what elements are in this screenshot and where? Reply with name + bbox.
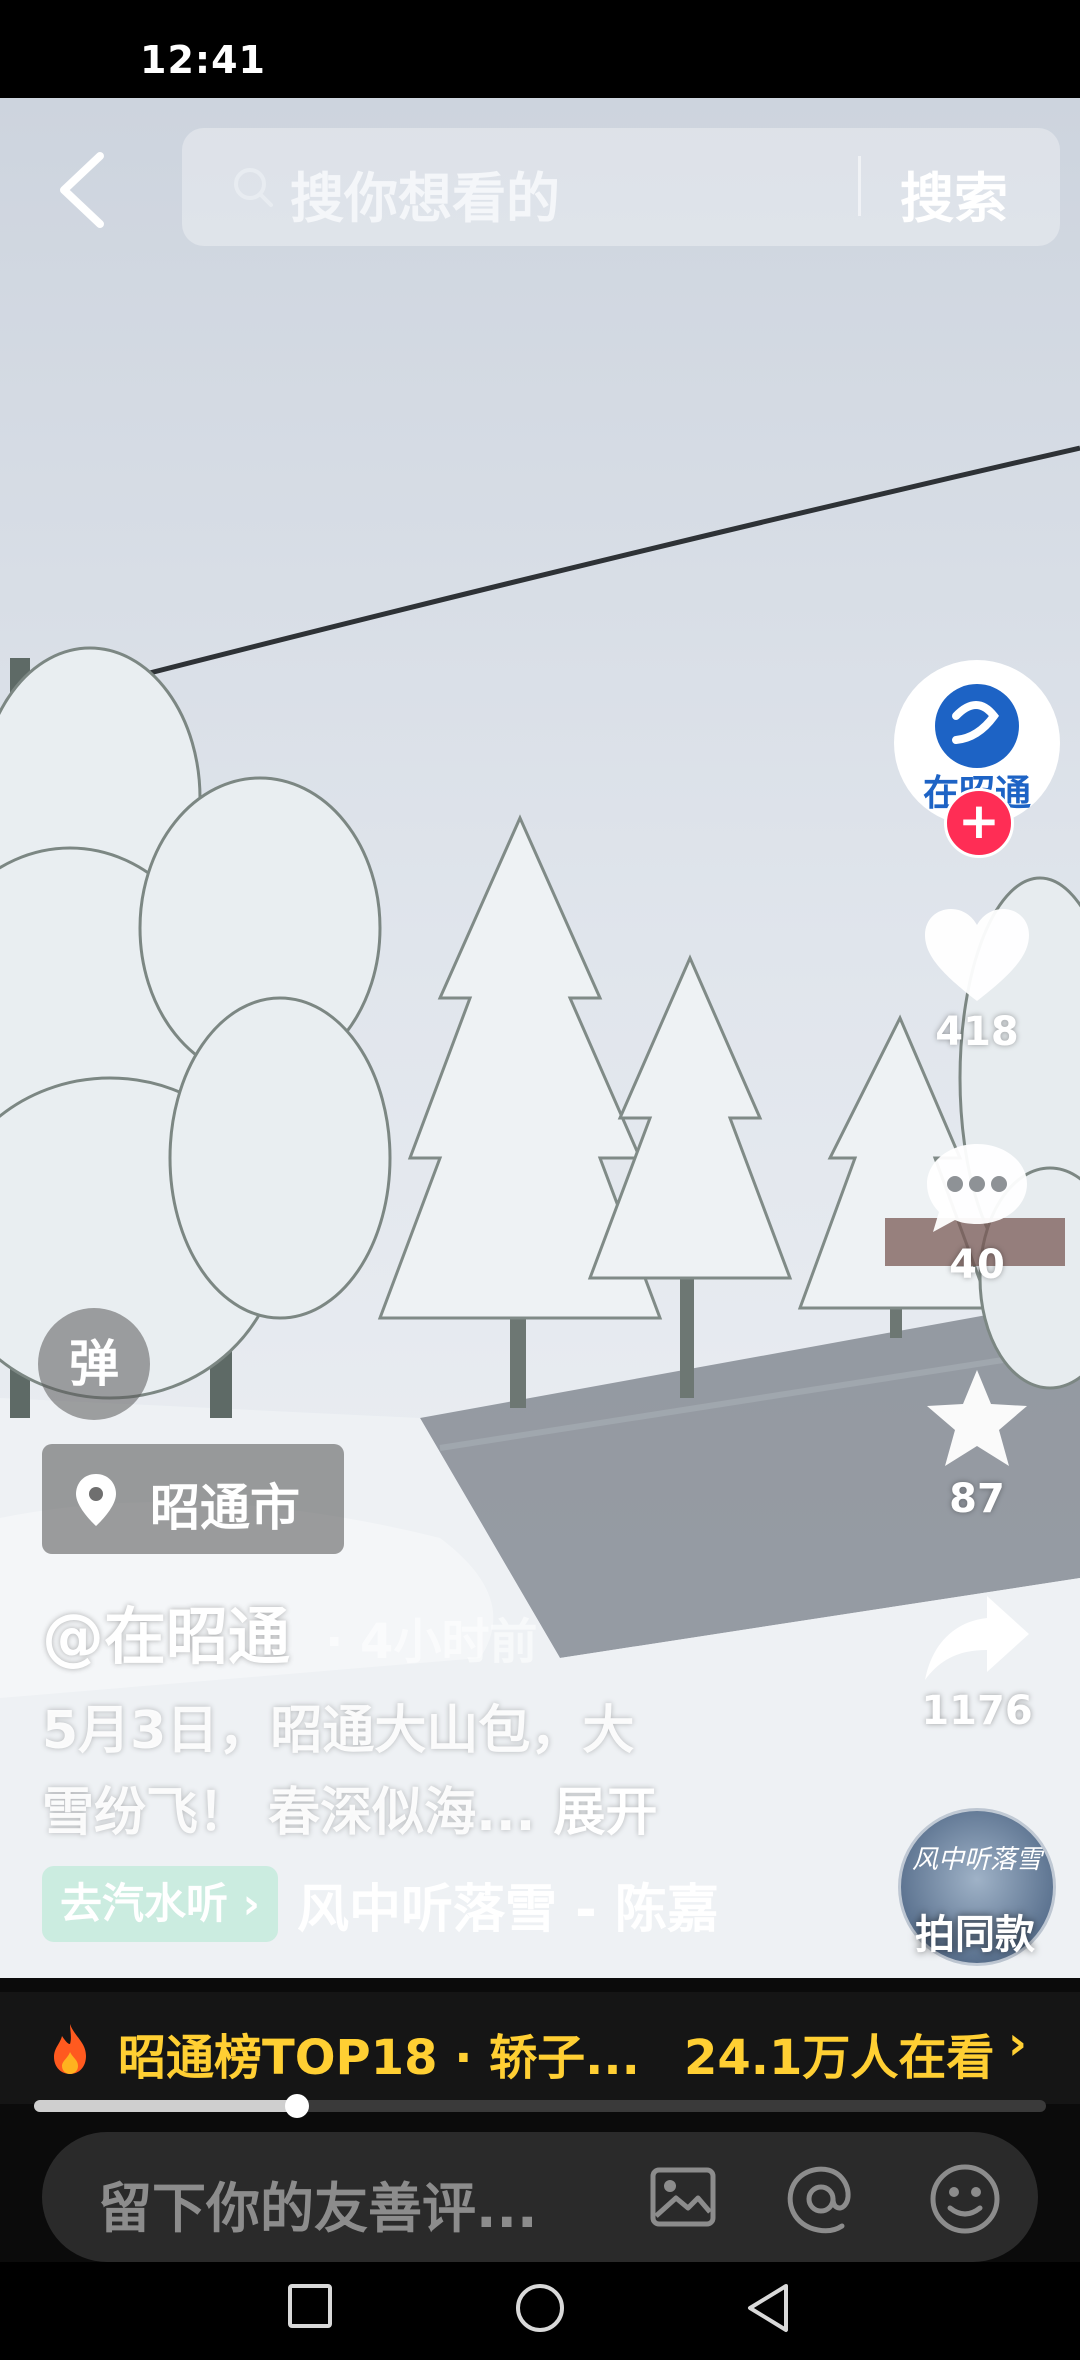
description-line-1: 5月3日，昭通大山包，大 <box>42 1701 635 1761</box>
ranking-title: 昭通榜TOP18 · 轿子... <box>118 2030 640 2086</box>
emoji-icon[interactable] <box>928 2162 1002 2236</box>
video-progress-bar[interactable] <box>34 2094 1046 2118</box>
search-button[interactable]: 搜索 <box>900 154 1008 233</box>
description-line-2: 雪纷飞！ 春深似海... <box>42 1783 554 1843</box>
comment-input[interactable]: 留下你的友善评... <box>98 2164 538 2243</box>
ranking-banner[interactable]: 昭通榜TOP18 · 轿子... 24.1万人在看 › <box>0 1992 1080 2104</box>
follow-button[interactable]: + <box>944 788 1014 858</box>
music-disc-text: 风中听落雪 <box>911 1845 1042 1875</box>
share-arrow-icon <box>925 1596 1029 1680</box>
post-time: · 4小时前 <box>325 1614 538 1670</box>
home-circle-icon[interactable] <box>512 2280 568 2336</box>
recents-square-icon[interactable] <box>284 2280 336 2332</box>
listen-on-qishui-chip[interactable]: 去汽水听 › <box>42 1866 278 1942</box>
back-triangle-icon[interactable] <box>742 2280 794 2336</box>
location-tag[interactable]: 昭通市 <box>42 1444 344 1554</box>
author-name-link[interactable]: @在昭通 <box>42 1600 290 1673</box>
status-time: 12:41 <box>140 38 266 82</box>
mention-at-icon[interactable] <box>784 2162 858 2236</box>
star-icon <box>927 1370 1027 1466</box>
location-pin-icon <box>76 1474 116 1526</box>
search-bar[interactable]: 搜你想看的 搜索 <box>182 128 1060 246</box>
status-bar: 12:41 <box>0 0 1080 98</box>
search-divider <box>858 156 861 216</box>
comment-button[interactable]: 40 <box>902 1138 1052 1288</box>
like-button[interactable]: 418 <box>902 905 1052 1055</box>
system-nav-bar <box>0 2262 1080 2360</box>
music-row: 去汽水听 › 风中听落雪 - 陈嘉 <box>42 1866 767 1946</box>
progress-thumb[interactable] <box>285 2094 310 2118</box>
music-title[interactable]: 风中听落雪 - 陈嘉 <box>297 1867 767 1942</box>
viewer-count: 24.1万人在看 <box>684 2030 995 2086</box>
danmu-toggle-button[interactable]: 弹 <box>38 1308 150 1420</box>
location-label: 昭通市 <box>150 1479 300 1537</box>
chevron-right-icon: › <box>1008 2016 1027 2070</box>
share-button[interactable]: 1176 <box>902 1592 1052 1734</box>
comment-bubble-icon <box>927 1144 1027 1232</box>
same-style-button[interactable]: 拍同款 <box>892 1902 1058 1960</box>
video-description: 5月3日，昭通大山包，大 雪纷飞！ 春深似海... 展开 <box>42 1690 722 1854</box>
heart-icon <box>925 909 1029 1001</box>
back-arrow-icon[interactable] <box>50 150 120 230</box>
favorite-button[interactable]: 87 <box>902 1366 1052 1522</box>
image-icon[interactable] <box>648 2162 718 2232</box>
fire-icon <box>54 2024 86 2074</box>
comment-bar: 留下你的友善评... <box>42 2132 1038 2262</box>
progress-fill <box>34 2100 298 2112</box>
like-count: 418 <box>935 1009 1019 1055</box>
favorite-count: 87 <box>949 1476 1005 1522</box>
share-count: 1176 <box>921 1688 1033 1734</box>
author-line: @在昭通 · 4小时前 <box>42 1586 537 1676</box>
expand-description-link[interactable]: 展开 <box>553 1783 657 1843</box>
search-input[interactable]: 搜你想看的 <box>290 154 560 233</box>
search-icon <box>234 168 273 207</box>
comment-count: 40 <box>949 1242 1005 1288</box>
